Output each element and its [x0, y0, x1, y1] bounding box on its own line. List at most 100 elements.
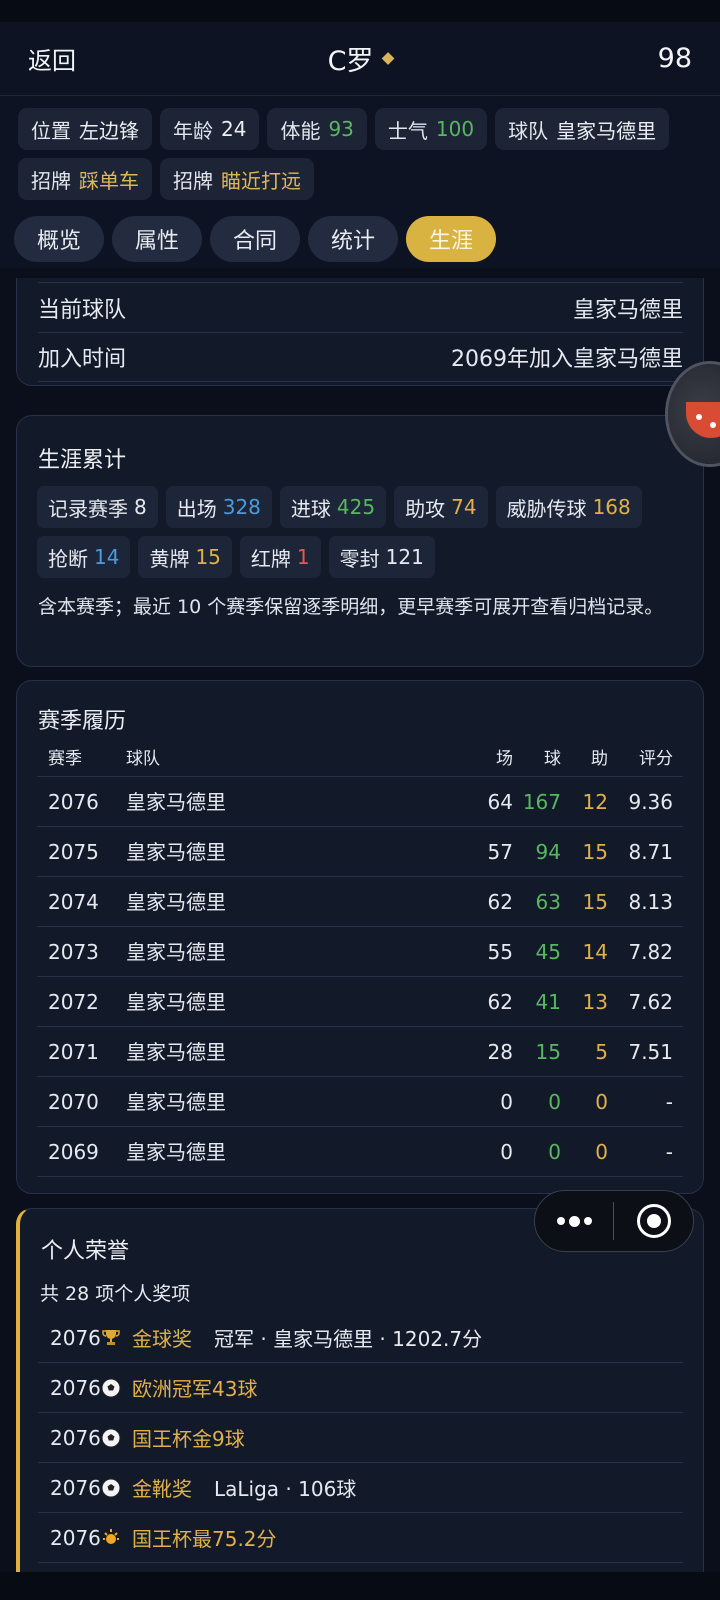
- career-totals-title: 生涯累计: [38, 448, 127, 473]
- chip-label: 招牌: [31, 168, 71, 193]
- honor-item: 2076 欧洲冠军43球: [38, 1363, 683, 1413]
- chip-value: 93: [328, 117, 354, 141]
- join-time-row: 加入时间 2069年加入皇家马德里: [38, 332, 683, 382]
- season-cell: 2075: [48, 840, 99, 864]
- career-totals-card: 生涯累计 记录赛季 8 出场 328 进球 425 助攻 74 威胁传球 168 抢断 14…: [16, 415, 704, 667]
- stat-value: 168: [592, 495, 631, 519]
- col-season: 赛季: [48, 749, 82, 769]
- scroll-content[interactable]: 当前球队 皇家马德里 加入时间 2069年加入皇家马德里 生涯累计 记录赛季 8 …: [0, 278, 720, 1572]
- season-cell: 2072: [48, 990, 99, 1014]
- honor-detail: LaLiga · 106球: [214, 1477, 357, 1501]
- soccer-ball-icon: [100, 1477, 122, 1499]
- page-title: C罗: [327, 39, 395, 78]
- team-cell: 皇家马德里: [126, 990, 226, 1014]
- chip-value: 踩单车: [79, 168, 139, 193]
- chip-value: 皇家马德里: [556, 118, 657, 143]
- season-cell: 2073: [48, 940, 99, 964]
- assists-cell: 14: [582, 940, 608, 964]
- current-team-row: 当前球队 皇家马德里: [38, 282, 683, 332]
- current-team-label: 当前球队: [38, 297, 127, 323]
- bowl-icon: [686, 402, 720, 438]
- stat-value: 425: [336, 495, 376, 519]
- chip-value: 100: [435, 117, 475, 141]
- diamond-icon: [381, 52, 395, 65]
- stat-label: 出场: [176, 496, 217, 521]
- season-cell: 2069: [48, 1140, 99, 1164]
- chip-label: 年龄: [173, 118, 213, 143]
- back-button[interactable]: 返回: [28, 41, 76, 76]
- stat-value: 15: [195, 545, 221, 569]
- season-cell: 2071: [48, 1040, 99, 1064]
- season-cell: 2076: [48, 790, 99, 814]
- join-time-value: 2069年加入皇家马德里: [451, 347, 683, 372]
- goals-cell: 0: [548, 1140, 561, 1164]
- table-header: 赛季 球队 场 球 助 评分: [37, 741, 683, 777]
- chip-position: 位置 左边锋: [18, 108, 152, 150]
- table-row: 2073 皇家马德里 55 45 14 7.82: [37, 927, 683, 977]
- stat-label: 记录赛季: [48, 496, 128, 521]
- assists-cell: 12: [582, 790, 608, 814]
- more-button[interactable]: [535, 1215, 613, 1227]
- rating-cell: 7.82: [628, 940, 673, 964]
- stat-yellow-cards: 黄牌 15: [138, 536, 232, 578]
- table-row: 2076 皇家马德里 64 167 12 9.36: [37, 777, 683, 827]
- chip-value: 24: [221, 117, 247, 141]
- apps-cell: 0: [500, 1140, 513, 1164]
- season-cell: 2070: [48, 1090, 99, 1114]
- tab-attributes[interactable]: 属性: [112, 216, 202, 262]
- stat-seasons: 记录赛季 8: [37, 486, 158, 528]
- table-row: 2074 皇家马德里 62 63 15 8.13: [37, 877, 683, 927]
- career-stats: 记录赛季 8 出场 328 进球 425 助攻 74 威胁传球 168 抢断 14 黄牌 15…: [37, 486, 673, 578]
- apps-cell: 28: [487, 1040, 513, 1064]
- chip-stamina: 体能 93: [267, 108, 367, 150]
- club-info-card: 当前球队 皇家马德里 加入时间 2069年加入皇家马德里: [16, 278, 704, 386]
- career-note: 含本赛季；最近 10 个赛季保留逐季明细，更早赛季可展开查看归档记录。: [38, 596, 664, 618]
- honor-year: 2076: [50, 1375, 101, 1400]
- chip-age: 年龄 24: [160, 108, 260, 150]
- rating-cell: 7.62: [628, 990, 673, 1014]
- honor-name: 金球奖: [132, 1327, 192, 1351]
- goals-cell: 45: [535, 940, 561, 964]
- col-assists: 助: [591, 749, 608, 769]
- navigation-bar: [0, 1572, 720, 1600]
- honor-name: 国王杯金9球: [132, 1427, 245, 1451]
- honor-name: 国王杯最75.2分: [132, 1527, 277, 1551]
- team-cell: 皇家马德里: [126, 890, 226, 914]
- goals-cell: 63: [535, 890, 561, 914]
- apps-cell: 62: [487, 990, 513, 1014]
- chip-signature-move-1: 招牌 踩单车: [18, 158, 152, 200]
- stat-label: 抢断: [48, 546, 88, 571]
- tab-statistics[interactable]: 统计: [308, 216, 398, 262]
- honor-year: 2076: [50, 1325, 101, 1350]
- season-history-card: 赛季履历 赛季 球队 场 球 助 评分 2076 皇家马德里 64 167 12 9.36…: [16, 680, 704, 1194]
- stat-label: 助攻: [405, 496, 446, 521]
- honor-year: 2076: [50, 1525, 101, 1550]
- stat-value: 328: [222, 495, 261, 519]
- mini-program-capsule: [534, 1190, 694, 1252]
- goals-cell: 0: [548, 1090, 561, 1114]
- table-row: 2070 皇家马德里 0 0 0 -: [37, 1077, 683, 1127]
- close-button[interactable]: [614, 1204, 693, 1238]
- player-name: C罗: [327, 46, 374, 77]
- star-icon: [100, 1527, 122, 1549]
- stat-value: 121: [385, 545, 424, 569]
- col-apps: 场: [496, 749, 513, 769]
- tab-career[interactable]: 生涯: [406, 216, 496, 262]
- current-team-value: 皇家马德里: [572, 297, 683, 323]
- team-cell: 皇家马德里: [126, 1040, 226, 1064]
- rating-cell: 8.13: [628, 890, 673, 914]
- tab-overview[interactable]: 概览: [14, 216, 104, 262]
- team-cell: 皇家马德里: [126, 840, 226, 864]
- honor-item: 2076 国王杯金9球: [38, 1413, 683, 1463]
- apps-cell: 0: [500, 1090, 513, 1114]
- attribute-chips: 位置 左边锋 年龄 24 体能 93 士气 100 球队 皇家马德里 招牌 踩单…: [0, 96, 720, 210]
- stat-value: 14: [94, 545, 120, 569]
- chip-label: 士气: [387, 118, 428, 143]
- tab-contract[interactable]: 合同: [210, 216, 300, 262]
- stat-label: 黄牌: [149, 546, 190, 571]
- chip-value: 左边锋: [79, 118, 139, 143]
- chip-label: 招牌: [173, 168, 213, 193]
- honor-item: 2076 金靴奖 LaLiga · 106球: [38, 1463, 683, 1513]
- chip-morale: 士气 100: [374, 108, 488, 150]
- stat-label: 红牌: [250, 546, 291, 571]
